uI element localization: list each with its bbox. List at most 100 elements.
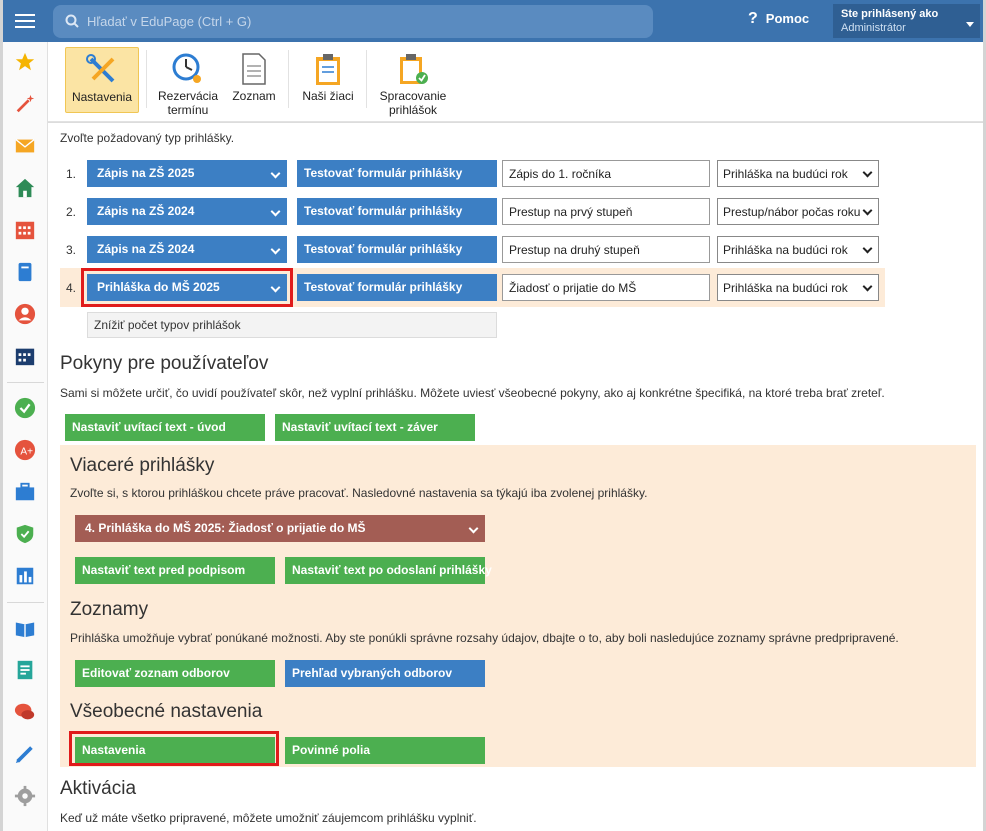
application-type-select[interactable]: Zápis na ZŠ 2024: [87, 236, 287, 263]
section-description: Keď už máte všetko pripravené, môžete um…: [60, 811, 477, 825]
calendar-grid-icon[interactable]: [14, 219, 36, 241]
clipboard-icon: [316, 54, 340, 85]
application-type-select[interactable]: Zápis na ZŠ 2024: [87, 198, 287, 225]
book-icon[interactable]: [14, 261, 36, 283]
home-icon[interactable]: [14, 177, 36, 199]
section-title-lists: Zoznamy: [70, 599, 149, 620]
top-bar: ? Pomoc Ste prihlásený ako Administrátor: [3, 0, 983, 42]
application-name-input[interactable]: [502, 236, 710, 263]
toolbar-divider: [366, 50, 367, 108]
toolbar-label: Naši žiaci: [302, 89, 354, 103]
section-description: Zvoľte si, s ktorou prihláškou chcete pr…: [70, 486, 648, 500]
toolbar-students-button[interactable]: Naši žiaci: [296, 47, 360, 113]
sidebar: A+: [3, 42, 48, 831]
pen-icon[interactable]: [14, 743, 36, 765]
required-fields-button[interactable]: Povinné polia: [285, 737, 485, 764]
help-button[interactable]: ? Pomoc: [748, 10, 809, 28]
search-icon: [65, 14, 79, 28]
select-value: Prihláška na budúci rok: [723, 167, 848, 181]
select-value: Zápis na ZŠ 2024: [97, 204, 195, 218]
chevron-down-icon: [862, 205, 873, 216]
toolbar-label: Nastavenia: [71, 90, 133, 104]
check-circle-icon[interactable]: [14, 397, 36, 419]
select-value: Prihláška na budúci rok: [723, 243, 848, 257]
magic-wand-icon[interactable]: [14, 93, 36, 115]
row-number: 3.: [66, 243, 77, 257]
text-before-signature-button[interactable]: Nastaviť text pred podpisom: [75, 557, 275, 584]
chat-icon[interactable]: [14, 701, 36, 723]
select-value: Zápis na ZŠ 2024: [97, 242, 195, 256]
clipboard-check-icon: [400, 54, 428, 84]
test-form-button[interactable]: Testovať formulár prihlášky: [297, 236, 497, 263]
star-icon[interactable]: [14, 51, 36, 73]
chevron-down-icon: [468, 523, 479, 534]
reduce-types-button[interactable]: Znížiť počet typov prihlášok: [87, 312, 497, 338]
svg-text:A+: A+: [20, 447, 33, 458]
help-icon: ?: [748, 10, 758, 27]
test-form-button[interactable]: Testovať formulár prihlášky: [297, 274, 497, 301]
toolbar-label: termínu: [167, 103, 209, 117]
section-title-activation: Aktivácia: [60, 778, 137, 799]
user-icon[interactable]: [14, 303, 36, 325]
toolbar-label: Spracovanie: [379, 89, 447, 103]
text-after-submit-button[interactable]: Nastaviť text po odoslaní prihlášky: [285, 557, 492, 584]
search-input[interactable]: [87, 11, 637, 31]
clock-key-icon: [172, 53, 201, 83]
timetable-icon[interactable]: [14, 345, 36, 367]
briefcase-icon[interactable]: [14, 481, 36, 503]
row-number: 2.: [66, 205, 77, 219]
row-number: 1.: [66, 167, 77, 181]
tools-icon: [86, 54, 115, 83]
edit-fields-list-button[interactable]: Editovať zoznam odborov: [75, 660, 275, 687]
welcome-intro-button[interactable]: Nastaviť uvítací text - úvod: [65, 414, 265, 441]
chevron-down-icon: [270, 206, 281, 217]
application-name-input[interactable]: [502, 160, 710, 187]
toolbar-list-button[interactable]: Zoznam: [228, 47, 280, 113]
toolbar-label: prihlášok: [388, 103, 438, 117]
section-title-multiple: Viaceré prihlášky: [70, 455, 215, 476]
toolbar-divider: [146, 50, 147, 108]
document-list-icon[interactable]: [14, 659, 36, 681]
bar-chart-icon[interactable]: [14, 565, 36, 587]
application-kind-select[interactable]: Prihláška na budúci rok: [717, 274, 879, 301]
chevron-down-icon: [270, 244, 281, 255]
search-box[interactable]: [53, 5, 653, 38]
application-select[interactable]: 4. Prihláška do MŠ 2025: Žiadosť o prija…: [75, 515, 485, 542]
welcome-outro-button[interactable]: Nastaviť uvítací text - záver: [275, 414, 475, 441]
row-number: 4.: [66, 281, 77, 295]
application-type-select[interactable]: Zápis na ZŠ 2025: [87, 160, 287, 187]
toolbar-reservation-button[interactable]: Rezervácia termínu: [154, 47, 222, 117]
toolbar-settings-button[interactable]: Nastavenia: [65, 47, 139, 113]
select-value: Prestup/nábor počas roku: [723, 205, 861, 219]
mail-icon[interactable]: [14, 135, 36, 157]
application-kind-select[interactable]: Prihláška na budúci rok: [717, 236, 879, 263]
highlight-box: [81, 268, 293, 307]
chevron-down-icon: [862, 167, 873, 178]
user-label: Ste prihlásený ako: [841, 8, 939, 20]
help-label: Pomoc: [765, 11, 810, 26]
document-icon: [242, 53, 266, 85]
test-form-button[interactable]: Testovať formulár prihlášky: [297, 160, 497, 187]
toolbar-processing-button[interactable]: Spracovanie prihlášok: [374, 47, 452, 117]
chevron-down-icon: [270, 168, 281, 179]
user-menu[interactable]: Ste prihlásený ako Administrátor: [833, 4, 980, 38]
gear-icon[interactable]: [14, 785, 36, 807]
open-book-icon[interactable]: [14, 617, 36, 639]
toolbar-label: Zoznam: [232, 89, 276, 103]
selected-fields-overview-button[interactable]: Prehľad vybraných odborov: [285, 660, 485, 687]
test-form-button[interactable]: Testovať formulár prihlášky: [297, 198, 497, 225]
user-name: Administrátor: [841, 22, 906, 34]
section-description: Sami si môžete určiť, čo uvidí používate…: [60, 386, 885, 400]
sidebar-divider: [7, 602, 44, 603]
section-title-general: Všeobecné nastavenia: [70, 701, 263, 722]
application-kind-select[interactable]: Prihláška na budúci rok: [717, 160, 879, 187]
chevron-down-icon: [966, 22, 974, 27]
shield-icon[interactable]: [14, 523, 36, 545]
hamburger-menu-icon[interactable]: [11, 8, 39, 34]
application-name-input[interactable]: [502, 198, 710, 225]
application-name-input[interactable]: [502, 274, 710, 301]
grade-icon[interactable]: A+: [14, 439, 36, 461]
application-kind-select[interactable]: Prestup/nábor počas roku: [717, 198, 879, 225]
sidebar-divider: [7, 382, 44, 383]
section-title-instructions: Pokyny pre používateľov: [60, 353, 269, 374]
